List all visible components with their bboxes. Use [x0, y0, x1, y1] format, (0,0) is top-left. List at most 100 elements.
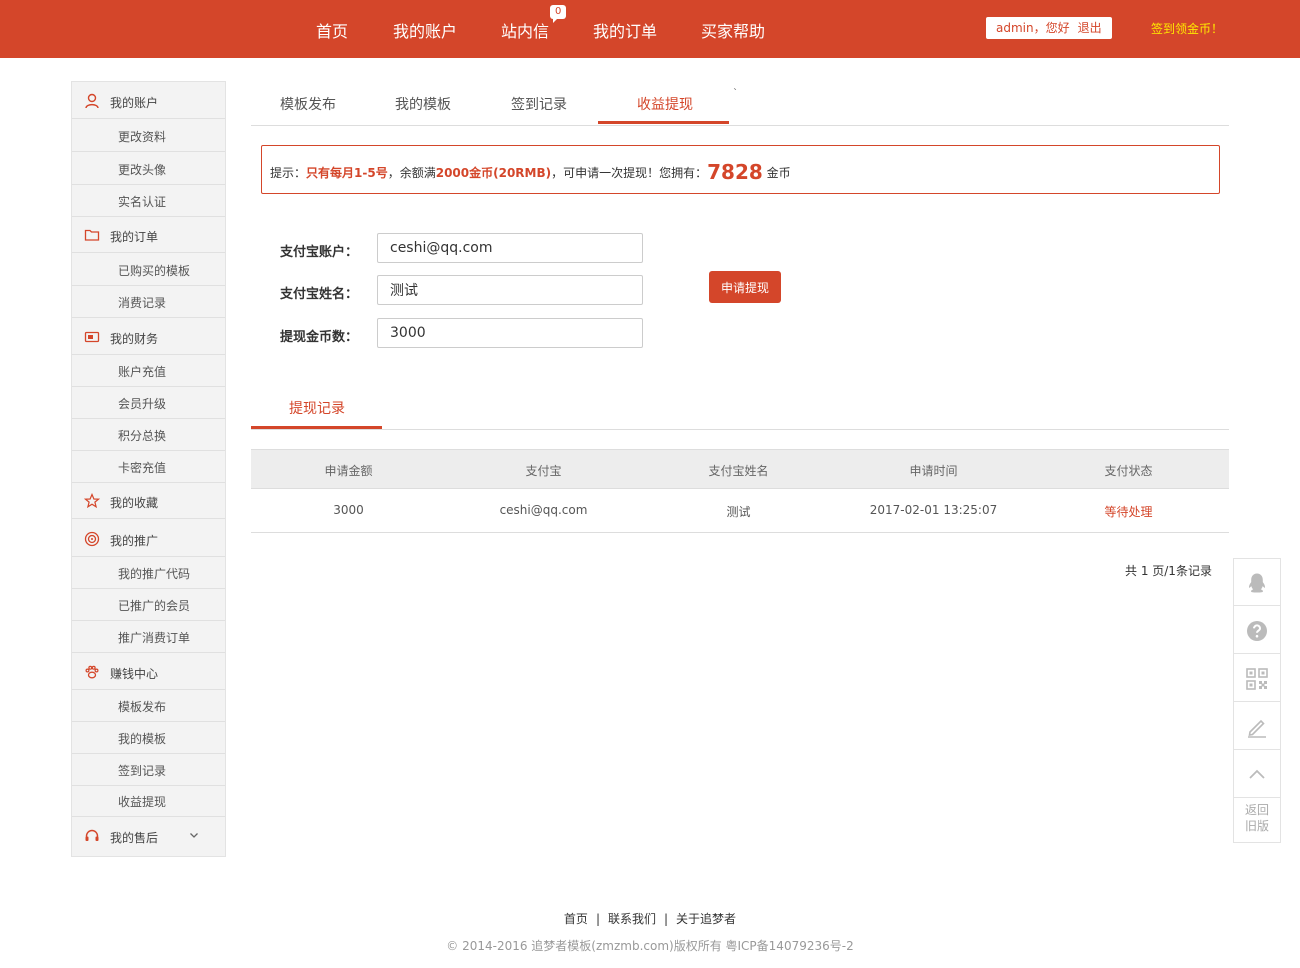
- tab-my-templates[interactable]: 我的模板: [395, 94, 451, 114]
- qrcode-icon: [1246, 668, 1268, 690]
- chevron-down-icon[interactable]: [188, 829, 200, 841]
- username[interactable]: admin: [996, 21, 1034, 35]
- sidebar-group-favorites[interactable]: 我的收藏: [72, 482, 225, 519]
- sidebar-group-label: 我的账户: [110, 96, 159, 110]
- column-header: 申请时间: [909, 464, 958, 478]
- sidebar-item-label: 积分总换: [118, 429, 167, 443]
- table-header: 申请金额 支付宝 支付宝姓名 申请时间 支付状态: [251, 449, 1229, 489]
- sidebar-group-label: 赚钱中心: [110, 667, 159, 681]
- sidebar-item-upgrade[interactable]: 会员升级: [72, 387, 225, 419]
- tab-signin-records[interactable]: 签到记录: [511, 94, 567, 114]
- notice-threshold: 2000金币(20RMB): [435, 166, 552, 180]
- sidebar-item-consumption-records[interactable]: 消费记录: [72, 286, 225, 318]
- sidebar-item-label: 签到记录: [118, 764, 167, 778]
- nav-my-orders[interactable]: 我的订单: [593, 18, 657, 42]
- table-row: 3000 ceshi@qq.com 测试 2017-02-01 13:25:07…: [251, 489, 1229, 533]
- sidebar-group-after-sales[interactable]: 我的售后: [72, 817, 225, 854]
- sidebar-item-edit-avatar[interactable]: 更改头像: [72, 153, 225, 185]
- nav-buyer-help[interactable]: 买家帮助: [701, 18, 765, 42]
- tab-withdraw[interactable]: 收益提现: [637, 94, 693, 114]
- sidebar-item-signin-records[interactable]: 签到记录: [72, 754, 225, 786]
- help-icon: [1247, 621, 1267, 641]
- sidebar-item-label: 已购买的模板: [118, 264, 191, 278]
- folder-icon: [84, 229, 100, 241]
- sidebar-item-withdraw[interactable]: 收益提现: [72, 785, 225, 817]
- headset-icon: [85, 829, 99, 841]
- nav-my-account[interactable]: 我的账户: [393, 18, 457, 42]
- qq-icon: [1249, 573, 1265, 593]
- footer-link-contact[interactable]: 联系我们: [608, 912, 656, 926]
- back-to-top-icon: [1249, 769, 1265, 779]
- footer-links: 首页 | 联系我们 | 关于追梦者: [0, 910, 1300, 927]
- message-count-badge: 0: [550, 5, 567, 23]
- sidebar-item-label: 我的推广代码: [118, 567, 191, 581]
- sidebar-item-label: 更改头像: [118, 163, 167, 177]
- sidebar-group-label: 我的财务: [110, 332, 159, 346]
- sidebar-group-earning-center[interactable]: 赚钱中心: [72, 653, 225, 690]
- qq-button[interactable]: [1234, 559, 1280, 606]
- notice-prefix: 提示：: [270, 166, 307, 180]
- sidebar-item-label: 会员升级: [118, 397, 167, 411]
- column-header: 申请金额: [324, 464, 373, 478]
- sidebar-item-label: 实名认证: [118, 195, 167, 209]
- sidebar-group-finance[interactable]: 我的财务: [72, 318, 225, 355]
- sidebar-item-card-recharge[interactable]: 卡密充值: [72, 451, 225, 483]
- signin-coin-link[interactable]: 签到领金币！: [1151, 20, 1223, 37]
- nav-home[interactable]: 首页: [316, 18, 348, 42]
- sidebar-group-orders[interactable]: 我的订单: [72, 216, 225, 253]
- sidebar-item-my-templates[interactable]: 我的模板: [72, 722, 225, 754]
- logout-link[interactable]: 退出: [1078, 21, 1102, 35]
- target-icon: [84, 531, 100, 547]
- sidebar-item-label: 更改资料: [118, 130, 167, 144]
- sidebar-group-label: 我的订单: [110, 230, 159, 244]
- notice-text: 提示：只有每月1-5号，余额满2000金币(20RMB)，可申请一次提现！您拥有…: [270, 160, 791, 184]
- footer-link-about[interactable]: 关于追梦者: [676, 912, 736, 926]
- sidebar-item-points-exchange[interactable]: 积分总换: [72, 419, 225, 451]
- alipay-account-input[interactable]: [377, 233, 643, 263]
- qrcode-button[interactable]: [1234, 655, 1280, 702]
- paw-icon: [85, 665, 99, 679]
- top-navbar: 首页 我的账户 站内信 0 我的订单 买家帮助 admin，您好 退出 签到领金币…: [0, 0, 1300, 58]
- sidebar-item-promo-orders[interactable]: 推广消费订单: [72, 621, 225, 653]
- cell-status: 等待处理: [1104, 505, 1153, 519]
- sidebar-item-promoted-members[interactable]: 已推广的会员: [72, 589, 225, 621]
- apply-withdraw-button[interactable]: 申请提现: [709, 271, 781, 303]
- old-version-button[interactable]: 返回 旧版: [1234, 794, 1280, 842]
- user-box: admin，您好 退出: [986, 17, 1112, 39]
- cell-time: 2017-02-01 13:25:07: [869, 503, 998, 517]
- tab-template-publish[interactable]: 模板发布: [280, 94, 336, 114]
- sidebar-item-recharge[interactable]: 账户充值: [72, 355, 225, 387]
- sidebar-item-edit-profile[interactable]: 更改资料: [72, 120, 225, 152]
- sidebar-item-purchased-templates[interactable]: 已购买的模板: [72, 254, 225, 286]
- help-button[interactable]: [1234, 607, 1280, 654]
- sidebar-group-promotion[interactable]: 我的推广: [72, 520, 225, 557]
- sidebar-item-verification[interactable]: 实名认证: [72, 185, 225, 217]
- column-header: 支付状态: [1104, 464, 1153, 478]
- withdraw-amount-input[interactable]: [377, 318, 643, 348]
- pagination-info: 共 1 页/1条记录: [1125, 564, 1212, 578]
- sidebar-group-account[interactable]: 我的账户: [72, 82, 225, 119]
- sidebar-item-promo-code[interactable]: 我的推广代码: [72, 557, 225, 589]
- sidebar-group-label: 我的推广: [110, 534, 159, 548]
- user-icon: [85, 93, 99, 109]
- floating-toolbar: 返回 旧版: [1233, 558, 1281, 843]
- nav-messages[interactable]: 站内信: [501, 18, 549, 42]
- coin-unit: 金币: [762, 166, 791, 180]
- sidebar: 我的账户 更改资料 更改头像 实名认证 我的订单 已购买的模板 消费记录 我的财…: [71, 81, 226, 857]
- old-version-line1: 返回: [1244, 803, 1269, 817]
- tab-withdraw-records[interactable]: 提现记录: [289, 398, 345, 418]
- active-tab-underline: [598, 121, 729, 124]
- footer-separator: |: [664, 912, 669, 926]
- sidebar-item-label: 模板发布: [118, 700, 167, 714]
- feedback-button[interactable]: [1234, 703, 1280, 750]
- active-tab-underline: [251, 426, 382, 429]
- sidebar-item-template-publish[interactable]: 模板发布: [72, 690, 225, 722]
- user-greeting: ，您好: [1033, 21, 1070, 35]
- footer-link-home[interactable]: 首页: [564, 912, 588, 926]
- sidebar-item-label: 已推广的会员: [118, 599, 191, 613]
- alipay-name-label: 支付宝姓名：: [280, 287, 359, 302]
- coin-balance: 7828: [707, 160, 763, 184]
- column-header: 支付宝: [525, 464, 562, 478]
- back-to-top-button[interactable]: [1234, 751, 1280, 798]
- alipay-name-input[interactable]: [377, 275, 643, 305]
